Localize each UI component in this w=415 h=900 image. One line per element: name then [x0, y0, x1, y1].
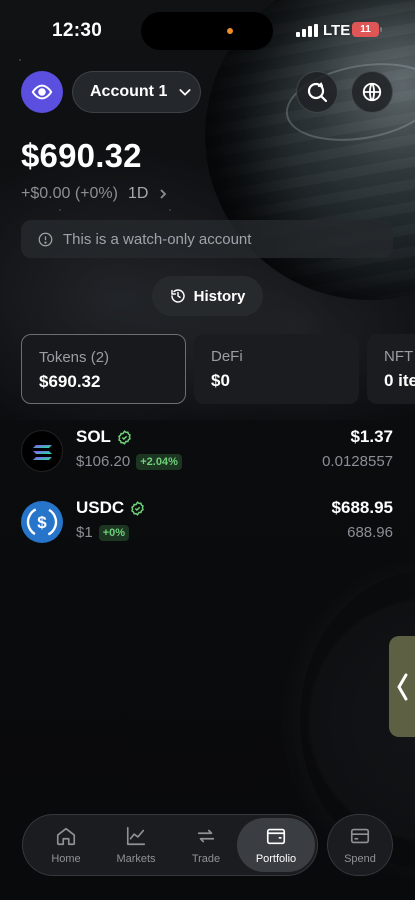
token-value: $1.37 — [350, 427, 393, 446]
token-row-usdc[interactable]: $ USDC $1 +0% $688.95 688.96 — [21, 497, 393, 547]
nav-markets-label: Markets — [116, 853, 156, 865]
portfolio-balance: $690.32 — [21, 137, 142, 174]
notice-text: This is a watch-only account — [63, 230, 252, 248]
card-icon — [350, 828, 370, 844]
signal-icon — [296, 24, 318, 37]
token-price-row: $1 +0% — [76, 524, 130, 541]
nav-home-label: Home — [51, 853, 81, 865]
account-selector[interactable]: Account 1 — [72, 71, 201, 113]
nav-markets[interactable]: Markets — [101, 815, 171, 875]
chevron-right-icon — [160, 189, 167, 199]
token-symbol: SOL — [76, 427, 111, 446]
side-panel-handle[interactable] — [389, 636, 415, 737]
change-period: 1D — [127, 185, 149, 202]
tab-defi[interactable]: DeFi $0 — [194, 334, 359, 404]
nav-trade[interactable]: Trade — [171, 815, 241, 875]
search-icon — [307, 82, 328, 103]
battery-icon: 11 — [352, 22, 382, 37]
swap-icon — [197, 829, 215, 843]
search-button[interactable] — [296, 71, 338, 113]
balance-change[interactable]: +$0.00 (+0%) 1D — [21, 185, 168, 203]
token-name: SOL — [76, 427, 132, 447]
history-button[interactable]: History — [152, 276, 263, 316]
home-icon — [56, 827, 76, 846]
price-change-badge: +2.04% — [136, 453, 182, 470]
nav-trade-label: Trade — [191, 853, 221, 865]
network-button[interactable] — [351, 71, 393, 113]
watch-account-button[interactable] — [21, 71, 63, 113]
solana-logo-icon — [21, 430, 63, 472]
tab-defi-name: DeFi — [211, 348, 243, 365]
token-value: $688.95 — [331, 498, 393, 517]
chevron-down-icon — [179, 89, 191, 96]
nav-spend-label: Spend — [344, 853, 376, 865]
nav-home[interactable]: Home — [31, 815, 101, 875]
history-icon — [170, 289, 185, 303]
bottom-nav: Home Markets Trade Portfolio — [22, 814, 318, 876]
verified-icon — [118, 429, 131, 445]
nav-portfolio-label: Portfolio — [255, 853, 297, 865]
account-name: Account 1 — [90, 83, 168, 100]
tab-nft[interactable]: NFT 0 ite — [367, 334, 415, 404]
tab-nft-value: 0 ite — [384, 371, 415, 390]
eye-icon — [31, 84, 53, 100]
dynamic-island — [141, 12, 273, 50]
app-screen: 12:30 LTE 11 Account 1 $690.32 +$0.00 (+… — [0, 0, 415, 900]
info-icon — [38, 232, 53, 246]
tab-tokens-value: $690.32 — [39, 372, 101, 391]
chevron-left-icon — [397, 673, 408, 700]
nav-spend[interactable]: Spend — [327, 814, 393, 876]
watch-only-notice: This is a watch-only account — [21, 220, 393, 258]
tab-tokens[interactable]: Tokens (2) $690.32 — [21, 334, 186, 404]
history-label: History — [193, 287, 246, 305]
change-amount: +$0.00 (+0%) — [21, 185, 118, 202]
status-bar: 12:30 LTE 11 — [0, 0, 415, 60]
network-type: LTE — [323, 22, 351, 39]
privacy-indicator-icon — [227, 28, 233, 34]
verified-icon — [131, 500, 145, 516]
usdc-logo-icon: $ — [21, 501, 63, 543]
token-name: USDC — [76, 498, 145, 518]
token-row-sol[interactable]: SOL $106.20 +2.04% $1.37 0.0128557 — [21, 426, 393, 476]
token-price: $1 — [76, 524, 93, 541]
globe-icon — [362, 82, 382, 102]
token-amount: 688.96 — [347, 524, 393, 541]
portfolio-tabs: Tokens (2) $690.32 DeFi $0 NFT 0 ite — [21, 334, 415, 404]
tab-defi-value: $0 — [211, 371, 230, 390]
tab-tokens-name: Tokens (2) — [39, 349, 110, 366]
token-price-row: $106.20 +2.04% — [76, 453, 182, 470]
token-amount: 0.0128557 — [322, 453, 393, 470]
chart-icon — [126, 826, 146, 846]
tab-nft-name: NFT — [384, 348, 414, 365]
token-price: $106.20 — [76, 453, 131, 470]
wallet-icon — [266, 828, 286, 845]
svg-text:$: $ — [37, 513, 47, 532]
token-symbol: USDC — [76, 498, 125, 517]
nav-portfolio[interactable]: Portfolio — [237, 818, 315, 872]
status-time: 12:30 — [52, 20, 103, 41]
price-change-badge: +0% — [98, 524, 130, 541]
